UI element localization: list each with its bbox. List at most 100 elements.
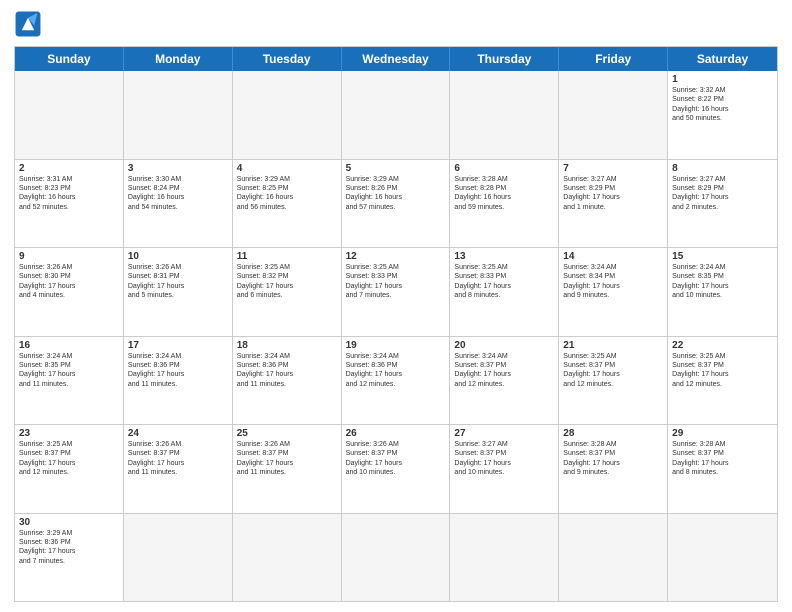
cell-info: Sunrise: 3:26 AM Sunset: 8:31 PM Dayligh… <box>128 263 228 301</box>
calendar-cell: 22Sunrise: 3:25 AM Sunset: 8:37 PM Dayli… <box>668 337 777 425</box>
calendar-cell <box>233 71 342 159</box>
day-number: 29 <box>672 428 773 439</box>
calendar-cell: 8Sunrise: 3:27 AM Sunset: 8:29 PM Daylig… <box>668 160 777 248</box>
cell-info: Sunrise: 3:24 AM Sunset: 8:35 PM Dayligh… <box>672 263 773 301</box>
calendar-cell <box>668 514 777 602</box>
logo <box>14 10 46 38</box>
cell-info: Sunrise: 3:27 AM Sunset: 8:29 PM Dayligh… <box>672 175 773 213</box>
calendar-cell: 19Sunrise: 3:24 AM Sunset: 8:36 PM Dayli… <box>342 337 451 425</box>
cell-info: Sunrise: 3:25 AM Sunset: 8:37 PM Dayligh… <box>672 352 773 390</box>
day-number: 25 <box>237 428 337 439</box>
calendar: SundayMondayTuesdayWednesdayThursdayFrid… <box>14 46 778 602</box>
cell-info: Sunrise: 3:31 AM Sunset: 8:23 PM Dayligh… <box>19 175 119 213</box>
calendar-cell: 4Sunrise: 3:29 AM Sunset: 8:25 PM Daylig… <box>233 160 342 248</box>
day-number: 27 <box>454 428 554 439</box>
calendar-cell: 26Sunrise: 3:26 AM Sunset: 8:37 PM Dayli… <box>342 425 451 513</box>
cell-info: Sunrise: 3:25 AM Sunset: 8:33 PM Dayligh… <box>454 263 554 301</box>
calendar-cell: 6Sunrise: 3:28 AM Sunset: 8:28 PM Daylig… <box>450 160 559 248</box>
logo-icon <box>14 10 42 38</box>
calendar-cell: 28Sunrise: 3:28 AM Sunset: 8:37 PM Dayli… <box>559 425 668 513</box>
cell-info: Sunrise: 3:25 AM Sunset: 8:37 PM Dayligh… <box>19 440 119 478</box>
calendar-cell <box>559 514 668 602</box>
cell-info: Sunrise: 3:24 AM Sunset: 8:35 PM Dayligh… <box>19 352 119 390</box>
day-number: 20 <box>454 340 554 351</box>
day-number: 14 <box>563 251 663 262</box>
day-header-friday: Friday <box>559 47 668 71</box>
day-number: 15 <box>672 251 773 262</box>
day-number: 13 <box>454 251 554 262</box>
calendar-cell: 12Sunrise: 3:25 AM Sunset: 8:33 PM Dayli… <box>342 248 451 336</box>
calendar-cell <box>342 71 451 159</box>
day-number: 16 <box>19 340 119 351</box>
calendar-week-2: 9Sunrise: 3:26 AM Sunset: 8:30 PM Daylig… <box>15 248 777 337</box>
day-header-saturday: Saturday <box>668 47 777 71</box>
cell-info: Sunrise: 3:24 AM Sunset: 8:34 PM Dayligh… <box>563 263 663 301</box>
day-number: 24 <box>128 428 228 439</box>
calendar-week-1: 2Sunrise: 3:31 AM Sunset: 8:23 PM Daylig… <box>15 160 777 249</box>
day-number: 21 <box>563 340 663 351</box>
cell-info: Sunrise: 3:24 AM Sunset: 8:36 PM Dayligh… <box>128 352 228 390</box>
calendar-cell <box>450 514 559 602</box>
calendar-cell: 14Sunrise: 3:24 AM Sunset: 8:34 PM Dayli… <box>559 248 668 336</box>
calendar-cell: 21Sunrise: 3:25 AM Sunset: 8:37 PM Dayli… <box>559 337 668 425</box>
calendar-cell: 13Sunrise: 3:25 AM Sunset: 8:33 PM Dayli… <box>450 248 559 336</box>
day-header-sunday: Sunday <box>15 47 124 71</box>
calendar-cell <box>124 514 233 602</box>
cell-info: Sunrise: 3:30 AM Sunset: 8:24 PM Dayligh… <box>128 175 228 213</box>
calendar-cell: 18Sunrise: 3:24 AM Sunset: 8:36 PM Dayli… <box>233 337 342 425</box>
calendar-cell: 20Sunrise: 3:24 AM Sunset: 8:37 PM Dayli… <box>450 337 559 425</box>
calendar-cell: 16Sunrise: 3:24 AM Sunset: 8:35 PM Dayli… <box>15 337 124 425</box>
calendar-week-5: 30Sunrise: 3:29 AM Sunset: 8:36 PM Dayli… <box>15 514 777 602</box>
day-number: 7 <box>563 163 663 174</box>
day-number: 8 <box>672 163 773 174</box>
calendar-cell: 30Sunrise: 3:29 AM Sunset: 8:36 PM Dayli… <box>15 514 124 602</box>
cell-info: Sunrise: 3:24 AM Sunset: 8:37 PM Dayligh… <box>454 352 554 390</box>
calendar-cell: 23Sunrise: 3:25 AM Sunset: 8:37 PM Dayli… <box>15 425 124 513</box>
cell-info: Sunrise: 3:27 AM Sunset: 8:29 PM Dayligh… <box>563 175 663 213</box>
calendar-week-3: 16Sunrise: 3:24 AM Sunset: 8:35 PM Dayli… <box>15 337 777 426</box>
calendar-cell: 25Sunrise: 3:26 AM Sunset: 8:37 PM Dayli… <box>233 425 342 513</box>
cell-info: Sunrise: 3:32 AM Sunset: 8:22 PM Dayligh… <box>672 86 773 124</box>
calendar-cell <box>559 71 668 159</box>
day-header-thursday: Thursday <box>450 47 559 71</box>
day-number: 1 <box>672 74 773 85</box>
calendar-cell: 11Sunrise: 3:25 AM Sunset: 8:32 PM Dayli… <box>233 248 342 336</box>
cell-info: Sunrise: 3:24 AM Sunset: 8:36 PM Dayligh… <box>237 352 337 390</box>
calendar-header: SundayMondayTuesdayWednesdayThursdayFrid… <box>15 47 777 71</box>
calendar-cell <box>450 71 559 159</box>
cell-info: Sunrise: 3:29 AM Sunset: 8:25 PM Dayligh… <box>237 175 337 213</box>
cell-info: Sunrise: 3:25 AM Sunset: 8:33 PM Dayligh… <box>346 263 446 301</box>
cell-info: Sunrise: 3:28 AM Sunset: 8:37 PM Dayligh… <box>672 440 773 478</box>
day-number: 30 <box>19 517 119 528</box>
day-header-monday: Monday <box>124 47 233 71</box>
cell-info: Sunrise: 3:27 AM Sunset: 8:37 PM Dayligh… <box>454 440 554 478</box>
day-number: 6 <box>454 163 554 174</box>
cell-info: Sunrise: 3:26 AM Sunset: 8:30 PM Dayligh… <box>19 263 119 301</box>
day-number: 10 <box>128 251 228 262</box>
calendar-cell: 1Sunrise: 3:32 AM Sunset: 8:22 PM Daylig… <box>668 71 777 159</box>
day-number: 22 <box>672 340 773 351</box>
cell-info: Sunrise: 3:28 AM Sunset: 8:28 PM Dayligh… <box>454 175 554 213</box>
cell-info: Sunrise: 3:24 AM Sunset: 8:36 PM Dayligh… <box>346 352 446 390</box>
day-number: 4 <box>237 163 337 174</box>
calendar-cell <box>124 71 233 159</box>
calendar-cell: 3Sunrise: 3:30 AM Sunset: 8:24 PM Daylig… <box>124 160 233 248</box>
calendar-cell: 5Sunrise: 3:29 AM Sunset: 8:26 PM Daylig… <box>342 160 451 248</box>
cell-info: Sunrise: 3:26 AM Sunset: 8:37 PM Dayligh… <box>237 440 337 478</box>
day-number: 18 <box>237 340 337 351</box>
calendar-cell: 15Sunrise: 3:24 AM Sunset: 8:35 PM Dayli… <box>668 248 777 336</box>
day-number: 28 <box>563 428 663 439</box>
day-number: 5 <box>346 163 446 174</box>
header <box>14 10 778 38</box>
day-header-wednesday: Wednesday <box>342 47 451 71</box>
day-header-tuesday: Tuesday <box>233 47 342 71</box>
day-number: 12 <box>346 251 446 262</box>
calendar-cell: 9Sunrise: 3:26 AM Sunset: 8:30 PM Daylig… <box>15 248 124 336</box>
calendar-cell: 17Sunrise: 3:24 AM Sunset: 8:36 PM Dayli… <box>124 337 233 425</box>
day-number: 3 <box>128 163 228 174</box>
calendar-week-4: 23Sunrise: 3:25 AM Sunset: 8:37 PM Dayli… <box>15 425 777 514</box>
calendar-cell <box>342 514 451 602</box>
cell-info: Sunrise: 3:29 AM Sunset: 8:36 PM Dayligh… <box>19 529 119 567</box>
cell-info: Sunrise: 3:25 AM Sunset: 8:37 PM Dayligh… <box>563 352 663 390</box>
day-number: 9 <box>19 251 119 262</box>
